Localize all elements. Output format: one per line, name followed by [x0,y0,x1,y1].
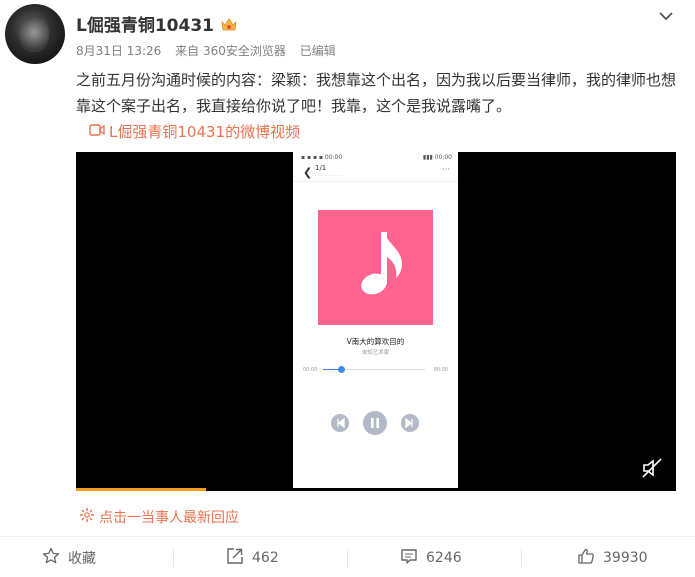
action-separator [347,549,348,567]
action-separator [521,549,522,567]
repost-count: 462 [252,550,279,566]
more-icon: ··· [442,165,450,174]
back-arrow-icon: ❮ [303,166,313,179]
crown-badge-icon[interactable] [220,16,238,32]
hot-reply-label[interactable]: 点击一当事人最新回应 [99,507,239,527]
repost-icon [226,547,244,569]
favorite-label: 收藏 [68,551,96,567]
page-indicator: 1/1 [315,164,327,172]
hot-reply-link[interactable]: 点击一当事人最新回应 [79,507,239,527]
video-frame-phone-screen: ▪ ▪ ▪ ▪ 00:00 ▮▮▮ 00:00 ❮ 1/1 · · · · · … [293,152,458,491]
comment-button[interactable]: 6246 [400,545,462,571]
song-title: V南大的算欢目的 [346,337,405,346]
video-player[interactable]: ▪ ▪ ▪ ▪ 00:00 ▮▮▮ 00:00 ❮ 1/1 · · · · · … [76,152,676,491]
video-link[interactable]: L倔强青铜10431的微博视频 [89,121,300,142]
edited-label[interactable]: 已编辑 [300,44,336,58]
comment-count: 6246 [426,550,462,566]
playback-knob [338,366,345,373]
comment-icon [400,547,418,569]
action-separator [173,549,174,567]
post-source: 来自 360安全浏览器 [175,44,286,58]
pause-icon [363,411,387,435]
post-content: 之前五月份沟通时候的内容：梁颖：我想靠这个出名，因为我以后要当律师，我的律师也想… [76,71,677,115]
album-art-music-note-icon [318,210,433,325]
time-end: 00:00 [433,367,448,373]
previous-icon [331,414,349,432]
artist-name: 未知艺术家 [361,350,390,356]
time-start: 00:00 [303,367,318,373]
video-link-label[interactable]: L倔强青铜10431的微博视频 [109,121,300,142]
favorite-button[interactable]: 收藏 [42,545,96,571]
repost-button[interactable]: 462 [226,545,279,571]
video-progress-fill [76,488,206,491]
divider [0,536,695,537]
like-button[interactable]: 39930 [577,545,648,571]
star-icon [42,547,60,569]
page-subtitle: · · · · · · · · · [315,173,343,179]
post-time[interactable]: 8月31日 13:26 [76,44,161,58]
video-camera-icon [89,123,105,141]
chevron-down-icon[interactable] [656,6,676,26]
username[interactable]: L倔强青铜10431 [76,11,214,36]
username-row: L倔强青铜10431 [76,11,238,36]
status-bar: ▪ ▪ ▪ ▪ 00:00 [301,154,343,161]
next-icon [401,414,419,432]
thumbs-up-icon [577,547,595,569]
hot-icon [79,507,95,527]
avatar[interactable] [5,4,65,64]
post-meta: 8月31日 13:26 来自 360安全浏览器 已编辑 [76,42,346,59]
like-count: 39930 [603,550,648,566]
mute-icon[interactable] [640,456,664,480]
status-bar-right: ▮▮▮ 00:00 [422,154,452,161]
